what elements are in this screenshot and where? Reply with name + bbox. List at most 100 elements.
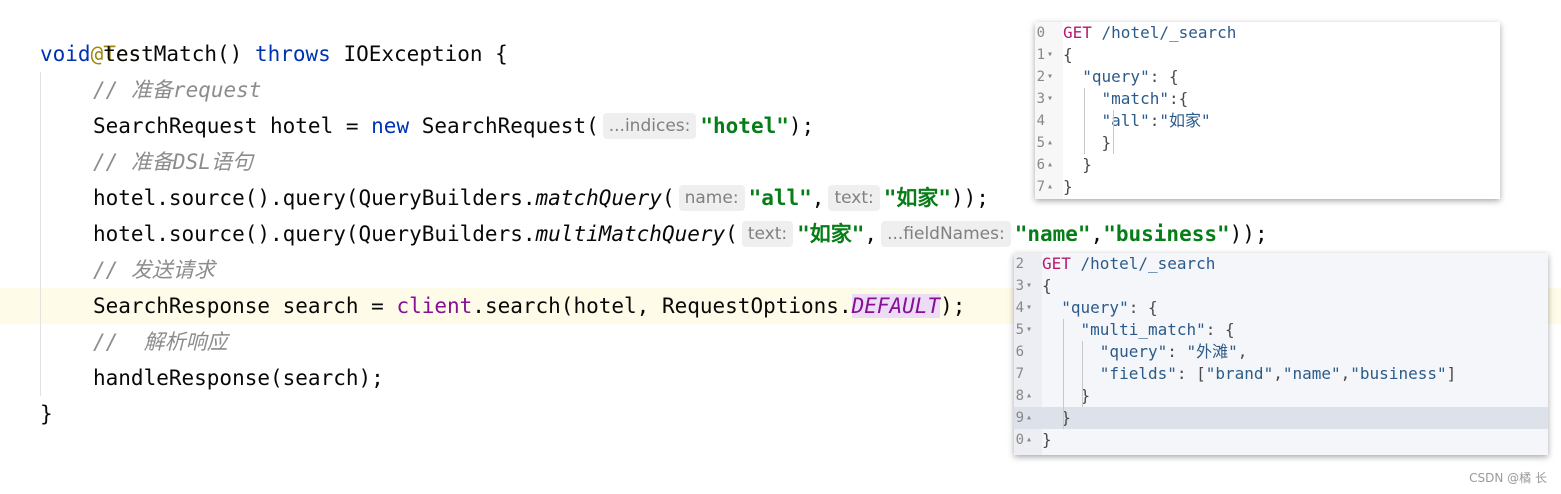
token-url: /hotel/_search — [1091, 23, 1237, 42]
token-plain: : { — [1205, 320, 1235, 339]
fold-open-icon[interactable]: ▾ — [1026, 275, 1032, 297]
token-verb: GET — [1063, 23, 1092, 42]
code-line-8[interactable]: // 发送请求 — [93, 252, 215, 288]
code-text: ( — [725, 222, 738, 246]
token-key: "fields" — [1099, 364, 1177, 383]
token-key: "query" — [1099, 342, 1168, 361]
dsl-text: "fields": ["brand","name","business"] — [1042, 363, 1456, 385]
code-text: ); — [788, 114, 815, 138]
dsl-text: "all":"如家" — [1063, 110, 1211, 132]
comment-parse-response: // 解析响应 — [93, 330, 228, 354]
token-plain: } — [1063, 133, 1112, 152]
indent-guide — [1063, 319, 1064, 429]
line-number: 7 — [1015, 366, 1024, 382]
string-literal: "all" — [748, 186, 812, 210]
code-text: )); — [1229, 222, 1268, 246]
token-val: "name" — [1282, 364, 1341, 383]
string-literal: "如家" — [883, 186, 952, 210]
fold-close-icon[interactable]: ▴ — [1026, 407, 1032, 429]
string-literal: "business" — [1103, 222, 1230, 246]
code-text: .search(hotel, RequestOptions. — [472, 294, 852, 318]
exception-type: IOException { — [330, 42, 508, 66]
dsl-popup-multi-match: 2 GET /hotel/_search 3 ▾{4 ▾ "query": {5 ▾ "m… — [1014, 253, 1548, 455]
comment-prepare-request: // 准备request — [93, 78, 262, 102]
line-number: 5 — [1015, 322, 1024, 338]
closing-brace: } — [40, 402, 53, 426]
comment-send-request: // 发送请求 — [93, 258, 215, 282]
dsl-text: } — [1063, 154, 1092, 176]
token-val: "business" — [1350, 364, 1447, 383]
code-line-9[interactable]: SearchResponse search = client.search(ho… — [93, 288, 965, 324]
line-number: 2 — [1015, 256, 1024, 272]
fold-close-icon[interactable]: ▴ — [1026, 429, 1032, 451]
code-text: hotel.source().query(QueryBuilders. — [93, 186, 536, 210]
token-plain: :{ — [1168, 89, 1189, 108]
code-text: , — [1090, 222, 1104, 246]
fold-close-icon[interactable]: ▴ — [1047, 176, 1053, 198]
field-client: client — [396, 294, 473, 318]
token-plain: { — [1042, 276, 1052, 295]
token-plain: } — [1042, 430, 1052, 449]
code-text: SearchRequest hotel = — [93, 114, 372, 138]
param-hint-text: text: — [828, 185, 880, 211]
code-line-4[interactable]: SearchRequest hotel = new SearchRequest(… — [93, 108, 814, 144]
dsl-text: "match":{ — [1063, 88, 1189, 110]
fold-close-icon[interactable]: ▴ — [1047, 132, 1053, 154]
fold-open-icon[interactable]: ▾ — [1026, 319, 1032, 341]
dsl-text: { — [1042, 275, 1052, 297]
line-number: 7 — [1036, 179, 1045, 195]
indent-guide — [1113, 110, 1114, 154]
fold-open-icon[interactable]: ▾ — [1026, 297, 1032, 319]
constant-default: DEFAULT — [851, 294, 941, 318]
code-line-12[interactable]: } — [40, 396, 53, 432]
token-plain: } — [1063, 177, 1073, 196]
string-literal: "如家" — [797, 222, 865, 246]
code-text: ); — [940, 294, 966, 318]
code-line-5[interactable]: // 准备DSL语句 — [93, 144, 253, 180]
watermark: CSDN @橘 长 — [1469, 471, 1547, 485]
code-line-1[interactable]: @Test — [40, 0, 154, 66]
token-plain: : [ — [1176, 364, 1206, 383]
fold-open-icon[interactable]: ▾ — [1047, 66, 1053, 88]
dsl-text: GET /hotel/_search — [1063, 22, 1236, 44]
code-line-7[interactable]: hotel.source().query(QueryBuilders.multi… — [93, 216, 1268, 252]
fold-open-icon[interactable]: ▾ — [1047, 88, 1053, 110]
line-number: 3 — [1015, 278, 1024, 294]
line-number: 3 — [1036, 91, 1045, 107]
code-text: , — [811, 186, 825, 210]
line-number: 2 — [1036, 69, 1045, 85]
selected-line — [1014, 407, 1548, 429]
line-number: 4 — [1036, 113, 1045, 129]
code-text: , — [864, 222, 878, 246]
token-key: "query" — [1061, 298, 1129, 317]
token-plain: ] — [1446, 364, 1457, 383]
line-number: 8 — [1015, 388, 1024, 404]
dsl-popup-match: 0 GET /hotel/_search 1 ▾{2 ▾ "query": {3 ▾ "m… — [1035, 22, 1500, 199]
string-literal: "hotel" — [700, 114, 789, 138]
method-multi-match-query: multiMatchQuery — [535, 222, 726, 246]
code-line-3[interactable]: // 准备request — [93, 72, 261, 108]
dsl-text: GET /hotel/_search — [1042, 253, 1215, 275]
fold-close-icon[interactable]: ▴ — [1047, 154, 1053, 176]
fold-open-icon[interactable]: ▾ — [1047, 44, 1053, 66]
method-signature: testMatch() — [90, 42, 255, 66]
token-plain: , — [1340, 364, 1351, 383]
code-line-6[interactable]: hotel.source().query(QueryBuilders.match… — [93, 180, 989, 216]
token-plain: , — [1237, 342, 1248, 361]
token-plain: : — [1167, 342, 1187, 361]
code-text: handleResponse(search); — [93, 366, 384, 390]
fold-close-icon[interactable]: ▴ — [1026, 385, 1032, 407]
line-number: 9 — [1015, 410, 1024, 426]
code-line-11[interactable]: handleResponse(search); — [93, 360, 384, 396]
line-number: 1 — [1036, 47, 1045, 63]
code-line-10[interactable]: // 解析响应 — [93, 324, 228, 360]
token-plain: } — [1042, 408, 1071, 427]
token-key: "multi_match" — [1080, 320, 1206, 339]
code-text: SearchRequest( — [409, 114, 599, 138]
code-line-2[interactable]: void testMatch() throws IOException { — [40, 36, 508, 72]
